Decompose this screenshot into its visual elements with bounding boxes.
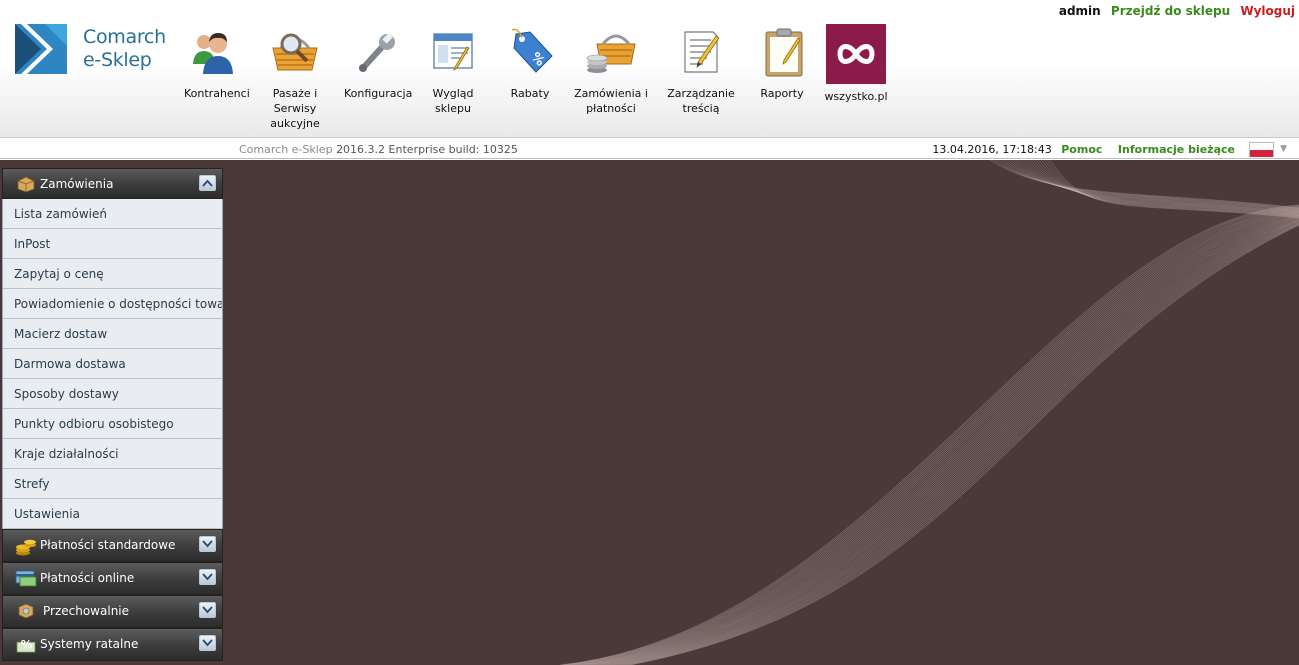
section-header-zamowienia[interactable]: Zamówienia bbox=[2, 168, 223, 199]
nav-zarzadzanie-trescia[interactable]: Zarządzanie treścią bbox=[664, 24, 738, 116]
section-header-przechowalnie[interactable]: Przechowalnie bbox=[2, 595, 223, 628]
comarch-logo[interactable]: Comarch e-Sklep bbox=[15, 24, 185, 76]
nav-konfiguracja[interactable]: Konfiguracja bbox=[344, 24, 413, 101]
username: admin bbox=[1058, 4, 1101, 18]
menu-item-inpost[interactable]: InPost bbox=[3, 229, 222, 259]
section-title: Zamówienia bbox=[40, 177, 114, 191]
menu-item-strefy[interactable]: Strefy bbox=[3, 469, 222, 499]
nav-wyglad-sklepu[interactable]: Wygląd sklepu bbox=[416, 24, 490, 116]
nav-label: Zarządzanie treścią bbox=[667, 87, 735, 115]
version-prefix: Comarch e-Sklep bbox=[239, 143, 333, 156]
menu-item-lista-zamowien[interactable]: Lista zamówień bbox=[3, 199, 222, 229]
section-header-platnosci-online[interactable]: Płatności online bbox=[2, 562, 223, 595]
status-bar: Comarch e-Sklep 2016.3.2 Enterprise buil… bbox=[0, 139, 1299, 159]
menu-item-darmowa-dostawa[interactable]: Darmowa dostawa bbox=[3, 349, 222, 379]
nav-label: Rabaty bbox=[510, 87, 550, 100]
users-icon bbox=[186, 24, 242, 80]
nav-wszystko-pl[interactable]: wszystko.pl bbox=[824, 24, 888, 104]
box-icon bbox=[17, 176, 35, 193]
language-flag-icon[interactable] bbox=[1249, 142, 1274, 157]
menu-item-macierz-dostaw[interactable]: Macierz dostaw bbox=[3, 319, 222, 349]
section-title: Przechowalnie bbox=[43, 604, 130, 618]
nav-rabaty[interactable]: % Rabaty bbox=[504, 24, 556, 101]
nav-raporty[interactable]: Raporty bbox=[756, 24, 808, 101]
nav-label: Raporty bbox=[760, 87, 804, 100]
infinity-icon bbox=[826, 24, 886, 84]
sidebar: Zamówienia Lista zamówień InPost Zapytaj… bbox=[2, 168, 223, 661]
storage-box-icon bbox=[18, 603, 34, 619]
section-header-systemy-ratalne[interactable]: % Systemy ratalne bbox=[2, 628, 223, 661]
expand-button[interactable] bbox=[199, 602, 216, 618]
nav-zamowienia-platnosci[interactable]: Zamówienia i płatności bbox=[574, 24, 648, 116]
logo-text-comarch: Comarch bbox=[83, 26, 166, 48]
nav-label: wszystko.pl bbox=[824, 90, 888, 103]
header: admin Przejdź do sklepu Wyloguj Comarch … bbox=[0, 0, 1299, 138]
chevron-down-icon bbox=[202, 540, 213, 548]
expand-button[interactable] bbox=[199, 635, 216, 651]
logout-link[interactable]: Wyloguj bbox=[1240, 4, 1295, 18]
chevron-down-icon bbox=[202, 573, 213, 581]
expand-button[interactable] bbox=[199, 569, 216, 585]
logo-text-esklep: e-Sklep bbox=[83, 49, 152, 71]
top-user-bar: admin Przejdź do sklepu Wyloguj bbox=[1053, 4, 1295, 18]
go-to-shop-link[interactable]: Przejdź do sklepu bbox=[1111, 4, 1230, 18]
svg-text:%: % bbox=[21, 638, 33, 652]
version-info: Comarch e-Sklep 2016.3.2 Enterprise buil… bbox=[239, 143, 518, 156]
menu-item-zapytaj-o-cene[interactable]: Zapytaj o cenę bbox=[3, 259, 222, 289]
nav-kontrahenci[interactable]: Kontrahenci bbox=[184, 24, 250, 101]
nav-label: Zamówienia i płatności bbox=[574, 87, 648, 115]
nav-label: Konfiguracja bbox=[344, 87, 413, 100]
menu-item-kraje-dzialalnosci[interactable]: Kraje działalności bbox=[3, 439, 222, 469]
percent-icon: % bbox=[16, 638, 36, 653]
chevron-down-icon[interactable]: ▼ bbox=[1280, 144, 1287, 154]
percent-tag-icon: % bbox=[504, 24, 560, 80]
document-pencil-icon bbox=[673, 24, 729, 80]
datetime: 13.04.2016, 17:18:43 bbox=[932, 143, 1052, 156]
chevron-down-icon bbox=[202, 606, 213, 614]
basket-magnifier-icon bbox=[267, 24, 323, 80]
chevron-up-icon bbox=[202, 179, 213, 187]
wrench-icon bbox=[349, 24, 405, 80]
chevron-down-icon bbox=[202, 639, 213, 647]
section-header-platnosci-standardowe[interactable]: Płatności standardowe bbox=[2, 529, 223, 562]
expand-button[interactable] bbox=[199, 536, 216, 552]
version-number: 2016.3.2 Enterprise build: 10325 bbox=[336, 143, 518, 156]
card-icon bbox=[15, 570, 37, 587]
section-title: Płatności standardowe bbox=[40, 538, 176, 552]
menu-item-punkty-odbioru[interactable]: Punkty odbioru osobistego bbox=[3, 409, 222, 439]
comarch-logo-icon bbox=[15, 24, 67, 74]
collapse-button[interactable] bbox=[199, 175, 216, 191]
clipboard-icon bbox=[756, 24, 812, 80]
nav-label: Wygląd sklepu bbox=[432, 87, 474, 115]
current-info-link[interactable]: Informacje bieżące bbox=[1118, 143, 1235, 156]
nav-pasaze[interactable]: Pasaże i Serwisy aukcyjne bbox=[252, 24, 338, 131]
menu-item-ustawienia[interactable]: Ustawienia bbox=[3, 499, 222, 529]
section-title: Systemy ratalne bbox=[40, 637, 139, 651]
menu-item-sposoby-dostawy[interactable]: Sposoby dostawy bbox=[3, 379, 222, 409]
section-title: Płatności online bbox=[40, 571, 135, 585]
basket-coins-icon bbox=[583, 24, 639, 80]
nav-label: Pasaże i Serwisy aukcyjne bbox=[270, 87, 320, 130]
status-right: 13.04.2016, 17:18:43 Pomoc Informacje bi… bbox=[932, 143, 1235, 156]
menu-item-powiadomienie[interactable]: Powiadomienie o dostępności towaru bbox=[3, 289, 222, 319]
nav-label: Kontrahenci bbox=[184, 87, 250, 100]
coins-icon bbox=[16, 539, 36, 556]
section-items-zamowienia: Lista zamówień InPost Zapytaj o cenę Pow… bbox=[2, 199, 223, 529]
window-pencil-icon bbox=[425, 24, 481, 80]
help-link[interactable]: Pomoc bbox=[1061, 143, 1102, 156]
